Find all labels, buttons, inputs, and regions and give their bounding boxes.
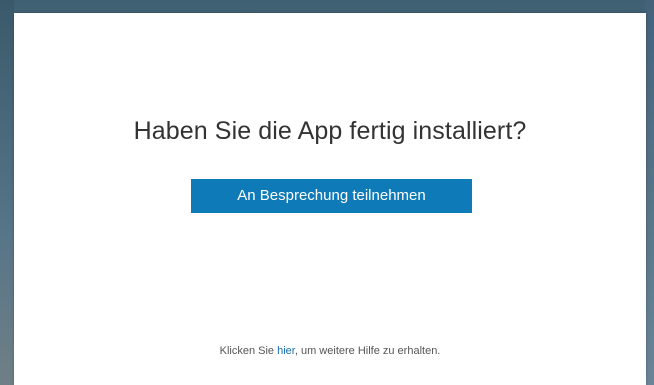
join-meeting-button[interactable]: An Besprechung teilnehmen [191, 179, 472, 213]
window-background-left [0, 0, 14, 385]
help-link[interactable]: hier [277, 345, 295, 357]
install-confirmation-dialog: Haben Sie die App fertig installiert? An… [14, 13, 646, 385]
help-text: Klicken Sie hier, um weitere Hilfe zu er… [14, 345, 646, 357]
window-background-right [645, 0, 654, 385]
dialog-title: Haben Sie die App fertig installiert? [133, 117, 527, 145]
help-text-suffix: , um weitere Hilfe zu erhalten. [294, 345, 441, 357]
help-text-prefix: Klicken Sie [219, 345, 278, 357]
